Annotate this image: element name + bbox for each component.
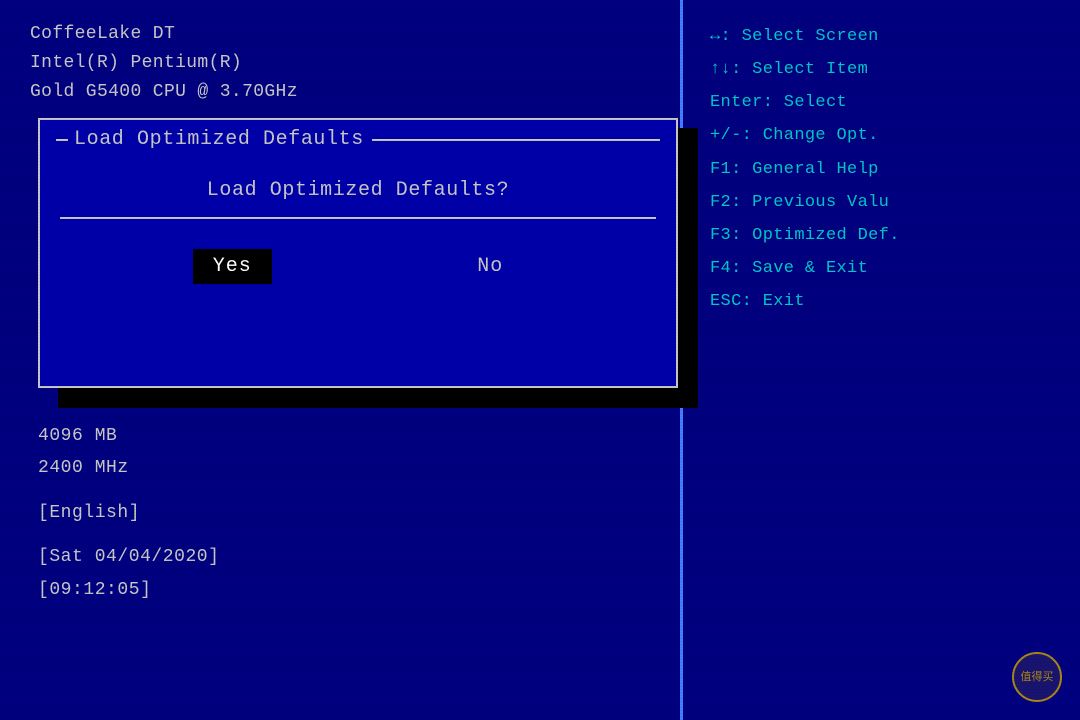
lang-info: [English] bbox=[38, 497, 219, 529]
cpu-line3: Gold G5400 CPU @ 3.70GHz bbox=[30, 78, 650, 107]
dialog-question: Load Optimized Defaults? bbox=[60, 179, 656, 202]
system-info: 4096 MB 2400 MHz [English] [Sat 04/04/20… bbox=[38, 420, 219, 606]
help-line5: F1: General Help bbox=[710, 153, 1065, 186]
help-text: ↔: Select Screen ↑↓: Select Item Enter: … bbox=[710, 20, 1065, 318]
help-line3: Enter: Select bbox=[710, 86, 1065, 119]
time-info: [09:12:05] bbox=[38, 574, 219, 606]
help-line8: F4: Save & Exit bbox=[710, 252, 1065, 285]
freq-info: 2400 MHz bbox=[38, 452, 219, 484]
memory-info: 4096 MB bbox=[38, 420, 219, 452]
dialog-title: Load Optimized Defaults bbox=[74, 128, 364, 151]
help-line9: ESC: Exit bbox=[710, 285, 1065, 318]
cpu-line2: Intel(R) Pentium(R) bbox=[30, 49, 650, 78]
date-info: [Sat 04/04/2020] bbox=[38, 541, 219, 573]
dialog-body: Load Optimized Defaults? bbox=[40, 159, 676, 229]
watermark: 值得买 bbox=[1012, 652, 1062, 702]
bios-screen: CoffeeLake DT Intel(R) Pentium(R) Gold G… bbox=[0, 0, 1080, 720]
help-line1: ↔: Select Screen bbox=[710, 20, 1065, 53]
right-panel: ↔: Select Screen ↑↓: Select Item Enter: … bbox=[695, 0, 1080, 720]
watermark-text: 值得买 bbox=[1021, 671, 1054, 683]
yes-button[interactable]: Yes bbox=[193, 249, 272, 284]
no-button[interactable]: No bbox=[457, 249, 523, 284]
cpu-line1: CoffeeLake DT bbox=[30, 20, 650, 49]
help-line2: ↑↓: Select Item bbox=[710, 53, 1065, 86]
load-defaults-dialog: Load Optimized Defaults Load Optimized D… bbox=[38, 118, 678, 388]
help-line6: F2: Previous Valu bbox=[710, 186, 1065, 219]
dialog-divider bbox=[60, 217, 656, 219]
help-line7: F3: Optimized Def. bbox=[710, 219, 1065, 252]
dialog-buttons: Yes No bbox=[40, 229, 676, 304]
dialog-title-bar: Load Optimized Defaults bbox=[40, 120, 676, 159]
help-line4: +/-: Change Opt. bbox=[710, 119, 1065, 152]
cpu-info: CoffeeLake DT Intel(R) Pentium(R) Gold G… bbox=[30, 20, 650, 106]
watermark-circle: 值得买 bbox=[1012, 652, 1062, 702]
